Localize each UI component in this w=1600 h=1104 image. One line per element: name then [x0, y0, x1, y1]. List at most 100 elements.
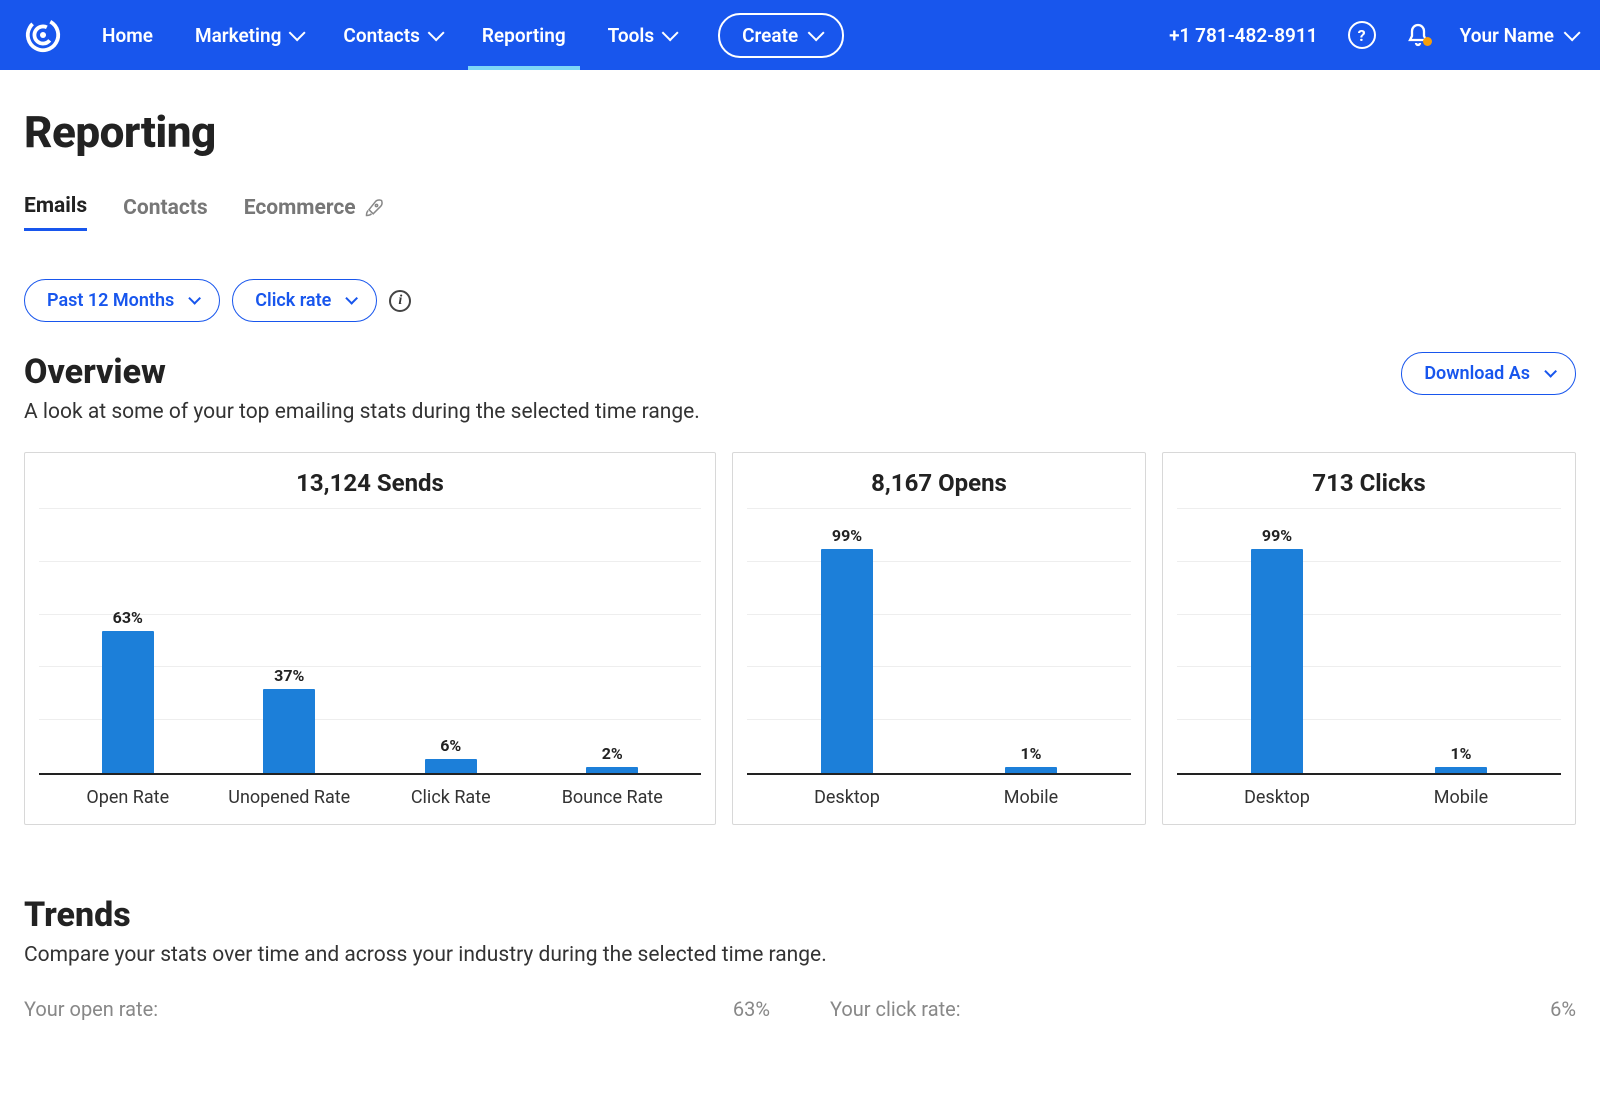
bar-open-rate: 63% — [100, 608, 156, 773]
bar-value-label: 2% — [602, 744, 623, 763]
download-as-label: Download As — [1424, 363, 1530, 384]
user-name-label: Your Name — [1460, 24, 1554, 47]
bar — [263, 689, 315, 773]
xaxis-label: Click Rate — [370, 787, 532, 808]
xaxis-label: Unopened Rate — [209, 787, 371, 808]
trend-open-value: 63% — [733, 997, 770, 1021]
bar-value-label: 63% — [113, 608, 143, 627]
nav-home[interactable]: Home — [88, 1, 167, 70]
tab-emails[interactable]: Emails — [24, 194, 87, 231]
chart-clicks-title: 713 Clicks — [1177, 469, 1561, 497]
overview-subtitle: A look at some of your top emailing stat… — [24, 400, 700, 424]
chart-opens: 8,167 Opens 99% 1% Desktop Mobile — [732, 452, 1146, 825]
nav-home-label: Home — [102, 24, 153, 47]
nav-marketing-label: Marketing — [195, 24, 281, 47]
notification-dot — [1423, 37, 1432, 46]
bar-value-label: 99% — [1262, 526, 1292, 545]
xaxis-label: Bounce Rate — [532, 787, 694, 808]
bar-value-label: 99% — [832, 526, 862, 545]
metric-label: Click rate — [255, 290, 331, 311]
chart-opens-xaxis: Desktop Mobile — [747, 775, 1131, 814]
bar — [586, 767, 638, 773]
nav-marketing[interactable]: Marketing — [181, 1, 315, 70]
brand-logo[interactable] — [24, 16, 62, 54]
chart-opens-title: 8,167 Opens — [747, 469, 1131, 497]
nav-right-group: +1 781-482-8911 ? Your Name — [1169, 21, 1576, 49]
xaxis-label: Desktop — [755, 787, 939, 808]
bar-value-label: 6% — [440, 736, 461, 755]
time-range-label: Past 12 Months — [47, 290, 174, 311]
chart-sends: 13,124 Sends 63% 37% 6% 2% — [24, 452, 716, 825]
nav-contacts[interactable]: Contacts — [329, 1, 453, 70]
help-icon[interactable]: ? — [1348, 21, 1376, 49]
bar — [1435, 767, 1487, 773]
rocket-icon — [364, 198, 384, 218]
chart-clicks: 713 Clicks 99% 1% Desktop Mobile — [1162, 452, 1576, 825]
tab-ecommerce-label: Ecommerce — [244, 196, 356, 220]
create-button[interactable]: Create — [718, 13, 844, 58]
nav-tools-label: Tools — [608, 24, 654, 47]
trend-click-label: Your click rate: — [830, 997, 961, 1021]
chevron-down-icon — [289, 24, 306, 41]
bar — [425, 759, 477, 773]
primary-nav: Home Marketing Contacts Reporting Tools … — [88, 1, 844, 70]
xaxis-label: Mobile — [939, 787, 1123, 808]
chevron-down-icon — [662, 24, 679, 41]
bar-bounce-rate: 2% — [584, 744, 640, 773]
xaxis-label: Open Rate — [47, 787, 209, 808]
support-phone[interactable]: +1 781-482-8911 — [1169, 24, 1318, 47]
nav-contacts-label: Contacts — [343, 24, 419, 47]
filter-row: Past 12 Months Click rate i — [24, 279, 1576, 322]
trends-title: Trends — [24, 895, 1576, 935]
create-button-label: Create — [742, 24, 798, 47]
bar-mobile: 1% — [1433, 744, 1489, 773]
tab-contacts-label: Contacts — [123, 196, 208, 220]
chevron-down-icon — [1564, 24, 1581, 41]
bar-click-rate: 6% — [423, 736, 479, 773]
chevron-down-icon — [346, 292, 359, 305]
overview-title: Overview — [24, 352, 700, 392]
overview-header: Overview A look at some of your top emai… — [24, 352, 1576, 424]
trends-subtitle: Compare your stats over time and across … — [24, 943, 1576, 967]
chart-opens-plot: 99% 1% — [747, 509, 1131, 775]
page-title: Reporting — [24, 106, 1576, 158]
bar-desktop: 99% — [819, 526, 875, 773]
download-as-button[interactable]: Download As — [1401, 352, 1576, 395]
nav-reporting[interactable]: Reporting — [468, 1, 580, 70]
notifications-icon[interactable] — [1406, 22, 1430, 48]
xaxis-label: Desktop — [1185, 787, 1369, 808]
bar — [1005, 767, 1057, 773]
metric-select[interactable]: Click rate — [232, 279, 377, 322]
trend-columns: Your open rate: 63% Your click rate: 6% — [24, 997, 1576, 1021]
bar-value-label: 1% — [1020, 744, 1041, 763]
overview-charts: 13,124 Sends 63% 37% 6% 2% — [24, 452, 1576, 825]
tab-contacts[interactable]: Contacts — [123, 194, 208, 231]
chart-sends-plot: 63% 37% 6% 2% — [39, 509, 701, 775]
chevron-down-icon — [808, 24, 825, 41]
bar — [102, 631, 154, 773]
user-menu[interactable]: Your Name — [1460, 24, 1576, 47]
info-icon[interactable]: i — [389, 290, 411, 312]
gridlines — [1177, 509, 1561, 773]
trends-section: Trends Compare your stats over time and … — [24, 895, 1576, 1021]
tab-ecommerce[interactable]: Ecommerce — [244, 194, 384, 231]
chevron-down-icon — [189, 292, 202, 305]
trend-open-rate: Your open rate: 63% — [24, 997, 770, 1021]
chart-clicks-xaxis: Desktop Mobile — [1177, 775, 1561, 814]
chevron-down-icon — [427, 24, 444, 41]
chart-clicks-plot: 99% 1% — [1177, 509, 1561, 775]
bar — [821, 549, 873, 773]
trend-click-rate: Your click rate: 6% — [830, 997, 1576, 1021]
nav-reporting-label: Reporting — [482, 24, 566, 47]
chart-sends-title: 13,124 Sends — [39, 469, 701, 497]
trend-open-label: Your open rate: — [24, 997, 158, 1021]
nav-tools[interactable]: Tools — [594, 1, 688, 70]
tab-emails-label: Emails — [24, 194, 87, 218]
gridlines — [747, 509, 1131, 773]
trend-click-value: 6% — [1550, 997, 1576, 1021]
bar — [1251, 549, 1303, 773]
report-tabs: Emails Contacts Ecommerce — [24, 194, 1576, 231]
xaxis-label: Mobile — [1369, 787, 1553, 808]
time-range-select[interactable]: Past 12 Months — [24, 279, 220, 322]
chevron-down-icon — [1544, 365, 1557, 378]
